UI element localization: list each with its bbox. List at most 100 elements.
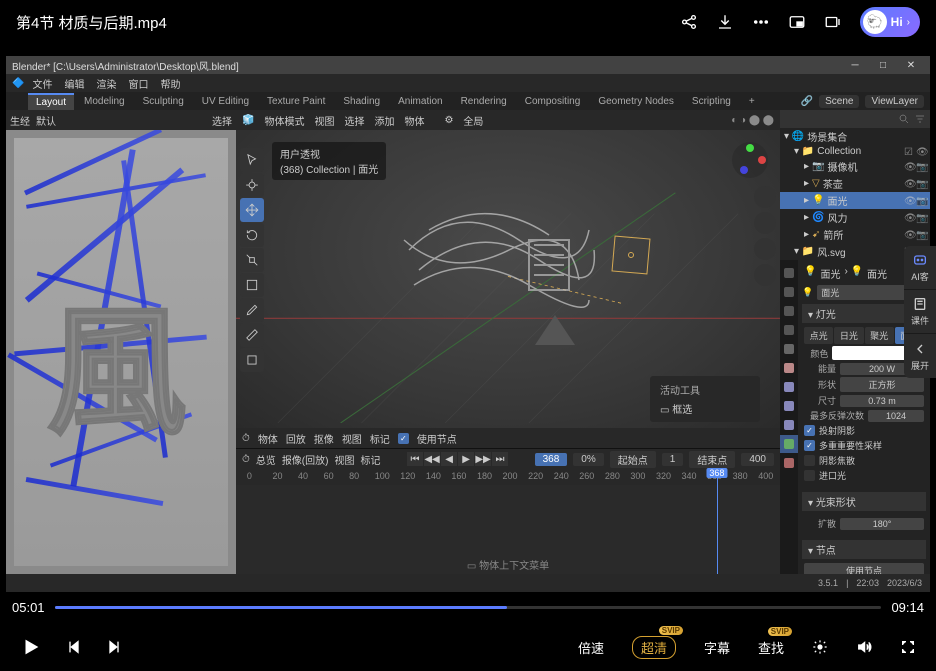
outliner-mesh[interactable]: ▸ ▽ 茶壶👁📷 bbox=[780, 175, 930, 192]
tool-cursor[interactable] bbox=[240, 173, 264, 197]
prop-tab-data[interactable] bbox=[780, 435, 798, 453]
quality-button[interactable]: 超清 SVIP bbox=[632, 636, 676, 659]
prop-tab-view[interactable] bbox=[780, 302, 798, 320]
prev-key[interactable]: ◀◀ bbox=[424, 452, 440, 466]
cast-shadow-check[interactable]: ✓ bbox=[804, 425, 815, 436]
type-sun[interactable]: 日光 bbox=[834, 327, 863, 344]
prop-tab-scene[interactable] bbox=[780, 321, 798, 339]
use-nodes-button[interactable]: 使用节点 bbox=[804, 563, 924, 574]
viewport-3d[interactable]: 用户透视 (368) Collection | 面光 bbox=[236, 130, 780, 428]
prop-tab-modifier[interactable] bbox=[780, 378, 798, 396]
filter-icon[interactable] bbox=[914, 113, 926, 125]
tab-scripting[interactable]: Scripting bbox=[684, 94, 739, 109]
tool-transform[interactable] bbox=[240, 273, 264, 297]
ai-button[interactable]: AI客 bbox=[904, 246, 936, 290]
portal-check[interactable]: ✓ bbox=[804, 470, 815, 481]
mis-check[interactable]: ✓ bbox=[804, 440, 815, 451]
play[interactable]: ▶ bbox=[458, 452, 474, 466]
current-frame[interactable]: 368 bbox=[535, 453, 568, 466]
camera-gizmo[interactable] bbox=[535, 315, 575, 345]
camera-icon[interactable] bbox=[754, 238, 776, 260]
outliner-light[interactable]: ▸ 💡 面光👁📷 bbox=[780, 192, 930, 209]
progress-bar[interactable] bbox=[55, 606, 882, 609]
search-button[interactable]: 查找 SVIP bbox=[758, 638, 784, 657]
subtitle-button[interactable]: 字幕 bbox=[704, 638, 730, 657]
shape-field[interactable]: 正方形 bbox=[840, 377, 924, 392]
tab-animation[interactable]: Animation bbox=[390, 94, 450, 109]
prop-tab-constraint[interactable] bbox=[780, 416, 798, 434]
outliner-empty[interactable]: ▸ ➹ 箭所👁📷 bbox=[780, 226, 930, 243]
tab-modeling[interactable]: Modeling bbox=[76, 94, 133, 109]
pan-icon[interactable] bbox=[754, 212, 776, 234]
tab-geonodes[interactable]: Geometry Nodes bbox=[590, 94, 682, 109]
playhead[interactable]: 368 bbox=[717, 469, 718, 485]
panel-beam[interactable]: ▾ 光束形状 bbox=[802, 492, 926, 511]
spread-field[interactable]: 180° bbox=[840, 518, 924, 530]
hi-button[interactable]: 🐑 Hi › bbox=[860, 7, 920, 37]
search-icon[interactable] bbox=[898, 113, 910, 125]
menu-render[interactable]: 渲染 bbox=[92, 75, 120, 92]
speed-button[interactable]: 倍速 bbox=[578, 638, 604, 657]
next-key[interactable]: ▶▶ bbox=[475, 452, 491, 466]
prop-tab-physics[interactable] bbox=[780, 397, 798, 415]
prev-button[interactable] bbox=[66, 639, 82, 655]
prop-tab-output[interactable] bbox=[780, 283, 798, 301]
menu-window[interactable]: 窗口 bbox=[124, 75, 152, 92]
outliner-root[interactable]: ▾ 🌐 场景集合 bbox=[780, 128, 930, 145]
maximize-button[interactable]: □ bbox=[870, 58, 896, 72]
prop-tab-object[interactable] bbox=[780, 359, 798, 377]
tool-measure[interactable] bbox=[240, 323, 264, 347]
type-spot[interactable]: 聚光 bbox=[865, 327, 894, 344]
menu-edit[interactable]: 编辑 bbox=[60, 75, 88, 92]
play-rev[interactable]: ◀ bbox=[441, 452, 457, 466]
scene-selector[interactable]: Scene bbox=[819, 95, 859, 108]
tab-compositing[interactable]: Compositing bbox=[517, 94, 589, 109]
render-preview[interactable]: 風 bbox=[6, 130, 236, 574]
tool-add[interactable] bbox=[240, 348, 264, 372]
prop-tab-material[interactable] bbox=[780, 454, 798, 472]
outliner-force[interactable]: ▸ 🌀 风力👁📷 bbox=[780, 209, 930, 226]
menu-help[interactable]: 帮助 bbox=[156, 75, 184, 92]
tool-move[interactable] bbox=[240, 198, 264, 222]
pip-icon[interactable] bbox=[788, 13, 806, 31]
outliner-camera[interactable]: ▸ 📷 摄像机👁📷 bbox=[780, 158, 930, 175]
tool-rotate[interactable] bbox=[240, 223, 264, 247]
nav-gizmo[interactable] bbox=[730, 140, 770, 180]
timeline-body[interactable]: ▭ 物体上下文菜单 bbox=[236, 485, 780, 574]
tab-texture[interactable]: Texture Paint bbox=[259, 94, 333, 109]
timeline-ruler[interactable]: 0 20 40 60 80 100 120 140 160 180 200 22… bbox=[236, 469, 780, 485]
tab-shading[interactable]: Shading bbox=[335, 94, 388, 109]
theater-icon[interactable] bbox=[824, 13, 842, 31]
tab-layout[interactable]: Layout bbox=[28, 93, 74, 110]
viewlayer-selector[interactable]: ViewLayer bbox=[865, 95, 924, 108]
tool-select[interactable] bbox=[240, 148, 264, 172]
menu-file[interactable]: 文件 bbox=[28, 75, 56, 92]
next-button[interactable] bbox=[106, 639, 122, 655]
persp-icon[interactable] bbox=[754, 264, 776, 286]
close-button[interactable]: ✕ bbox=[898, 58, 924, 72]
fullscreen-icon[interactable] bbox=[900, 639, 916, 655]
courseware-button[interactable]: 课件 bbox=[904, 290, 936, 334]
download-icon[interactable] bbox=[716, 13, 734, 31]
play-button[interactable] bbox=[20, 636, 42, 658]
tab-sculpting[interactable]: Sculpting bbox=[135, 94, 192, 109]
settings-icon[interactable] bbox=[812, 639, 828, 655]
tool-scale[interactable] bbox=[240, 248, 264, 272]
prop-tab-world[interactable] bbox=[780, 340, 798, 358]
jump-end[interactable]: ⏭ bbox=[492, 452, 508, 466]
volume-icon[interactable] bbox=[856, 639, 872, 655]
tab-rendering[interactable]: Rendering bbox=[453, 94, 515, 109]
size-field[interactable]: 0.73 m bbox=[840, 395, 924, 407]
type-point[interactable]: 点光 bbox=[804, 327, 833, 344]
outliner-collection[interactable]: ▾ 📁 Collection☑👁 bbox=[780, 145, 930, 158]
more-icon[interactable] bbox=[752, 13, 770, 31]
expand-button[interactable]: 展开 bbox=[904, 334, 936, 378]
tool-annotate[interactable] bbox=[240, 298, 264, 322]
mode-selector[interactable]: 物体模式 bbox=[264, 113, 304, 128]
caustics-check[interactable]: ✓ bbox=[804, 455, 815, 466]
area-light-gizmo[interactable] bbox=[612, 236, 651, 275]
minimize-button[interactable]: ─ bbox=[842, 58, 868, 72]
tab-add[interactable]: + bbox=[741, 94, 763, 109]
zoom-icon[interactable] bbox=[754, 186, 776, 208]
prop-tab-render[interactable] bbox=[780, 264, 798, 282]
